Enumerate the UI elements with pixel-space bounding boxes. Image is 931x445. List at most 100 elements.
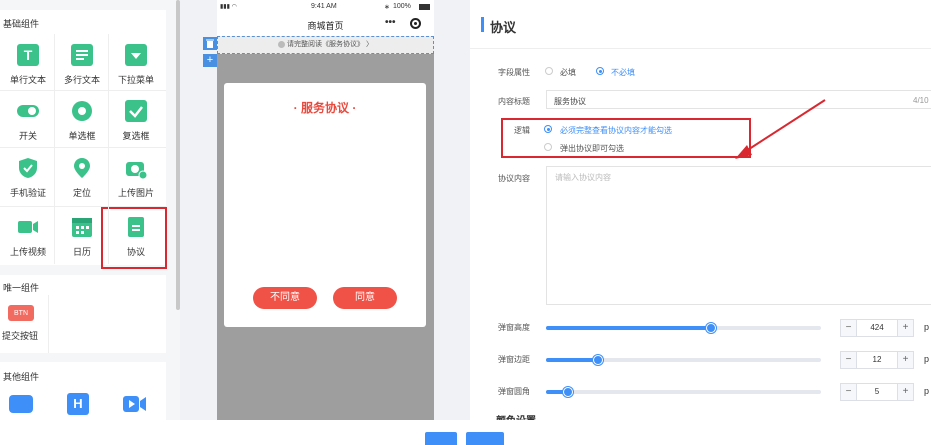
more-icon[interactable]: ••• [385,17,396,28]
component-label: 日历 [72,247,91,257]
other-components-section: 其他组件 H [0,362,166,420]
video-icon [17,216,39,238]
modal-title: · 服务协议 · [293,101,357,115]
agreement-modal: · 服务协议 · 不同意 同意 [224,83,426,327]
component-label: 单选框 [68,131,96,141]
required-radio[interactable] [545,67,553,75]
text-t-icon: T [17,44,39,66]
minus-button[interactable]: − [841,384,857,400]
location-pin-icon [71,157,93,179]
component-label: 下拉菜单 [117,75,154,85]
component-label: 上传视频 [9,247,46,257]
unique-components-section: 唯一组件 BTN 提交按钮 [0,275,166,353]
number-stepper[interactable]: − 424 + [840,319,914,337]
slider-track[interactable] [546,387,821,397]
disagree-button[interactable]: 不同意 [253,287,317,309]
slider-knob[interactable] [593,355,604,365]
slider-knob[interactable] [563,387,573,397]
chevron-right-icon: 〉 [364,41,373,48]
plus-button[interactable]: + [897,352,913,368]
battery-icon [419,4,430,10]
video-play-icon[interactable] [123,394,147,414]
component-location-pin[interactable]: 定位 [54,147,110,204]
component-radio[interactable]: 单选框 [54,90,110,147]
number-stepper[interactable]: − 5 + [840,383,914,401]
component-dropdown[interactable]: 下拉菜单 [108,34,164,91]
component-shield-check[interactable]: 手机验证 [0,147,56,204]
component-calendar[interactable]: 日历 [54,206,110,263]
component-camera[interactable]: 上传图片 [108,147,164,204]
slider-fill [546,358,599,362]
component-document[interactable]: 协议 [108,206,164,263]
component-label: 复选框 [122,131,150,141]
not-required-text[interactable]: 不必填 [611,67,635,78]
stepper-value: 424 [870,323,884,332]
slider-knob[interactable] [706,323,716,333]
add-icon[interactable]: + [203,54,217,67]
not-required-radio[interactable] [596,67,604,75]
preview-area: + ▮▮▮ ◠ 9:41 AM ∗ 100% 商城首页 ••• 请完整阅读《服务… [183,0,468,420]
slider-label: 弹窗高度 [498,323,530,332]
content-title-label: 内容标题 [498,97,530,106]
calendar-icon [71,216,93,238]
target-icon[interactable] [410,18,421,29]
component-video[interactable]: 上传视频 [0,206,56,263]
required-text[interactable]: 必填 [560,67,576,78]
notice-dot-icon [278,40,286,48]
minus-button[interactable]: − [841,352,857,368]
panel-title: 协议 [490,20,517,35]
highlight-logic-box [501,118,751,158]
slider-label: 弹窗边距 [498,355,530,364]
document-icon [125,216,147,238]
component-panel: 基础组件 唯一组件 BTN 提交按钮 其他组件 H T 单行文本 多行文本 下拉菜单开… [0,0,180,420]
agreement-content-textarea[interactable]: 请输入协议内容 [546,166,931,305]
dropdown-icon [125,44,147,66]
component-label: 定位 [72,188,91,198]
other-section-title: 其他组件 [3,372,40,382]
field-attr-label: 字段属性 [498,68,530,77]
section-cut-title: 颜色设置 [496,412,536,420]
heading-icon[interactable]: H [67,393,89,415]
slider-fill [546,326,711,330]
unique-section-title: 唯一组件 [3,283,40,293]
slider-track[interactable] [546,323,821,333]
svg-text:T: T [24,47,33,63]
signal-icon: ▮▮▮ ◠ [220,4,237,10]
bottom-button-2[interactable] [466,432,504,445]
title-accent-bar [481,17,484,32]
agreement-placeholder: 请输入协议内容 [555,173,611,182]
settings-panel: 协议 字段属性 必填 不必填 内容标题 服务协议 4/10 逻辑 必须完整查看协… [470,0,931,420]
bluetooth-icon: ∗ [384,4,390,11]
plus-button[interactable]: + [897,320,913,336]
unit-label: p [924,386,930,396]
banner-icon[interactable] [9,395,33,413]
stepper-value: 5 [874,387,880,396]
bottom-button-1[interactable] [425,432,457,445]
toggle-icon [17,100,39,122]
minus-button[interactable]: − [841,320,857,336]
content-title-count: 4/10 [913,96,929,105]
status-time: 9:41 AM [311,3,337,10]
unit-label: p [924,354,930,364]
unit-label: p [924,322,930,332]
component-text-t[interactable]: T 单行文本 [0,34,56,91]
panel-scrollbar[interactable] [176,0,180,310]
component-checkbox[interactable]: 复选框 [108,90,164,147]
btn-icon: BTN [8,305,34,321]
component-multiline[interactable]: 多行文本 [54,34,110,91]
agreement-notice[interactable]: 请完整阅读《服务协议》 〉 [217,36,434,54]
agreement-content-label: 协议内容 [498,174,530,183]
agree-button[interactable]: 同意 [333,287,397,309]
content-title-value: 服务协议 [554,97,586,106]
trash-icon[interactable] [203,37,217,50]
shield-check-icon [17,157,39,179]
component-toggle[interactable]: 开关 [0,90,56,147]
plus-button[interactable]: + [897,384,913,400]
component-label: 单行文本 [9,75,46,85]
checkbox-icon [125,100,147,122]
component-label: 手机验证 [9,188,46,198]
nav-bar: 商城首页 ••• [217,14,434,36]
submit-button-label: 提交按钮 [1,331,38,341]
number-stepper[interactable]: − 12 + [840,351,914,369]
slider-track[interactable] [546,355,821,365]
